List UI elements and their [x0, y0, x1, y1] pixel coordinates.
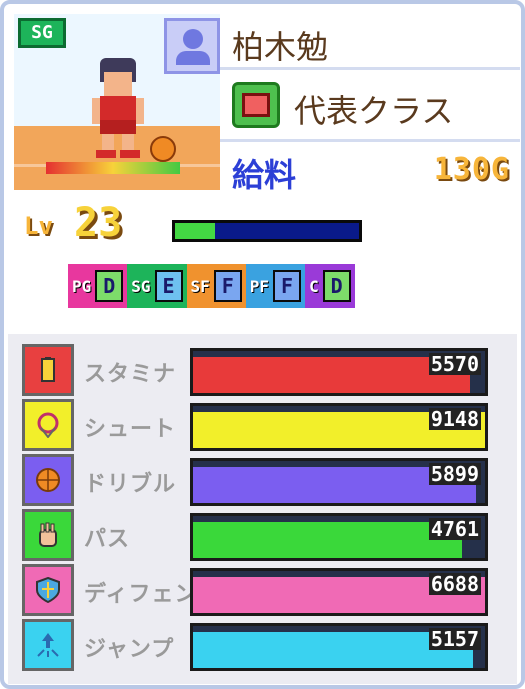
stat-row-battery: スタミナ 5570 — [22, 344, 492, 396]
player-class: 代表クラス — [294, 92, 454, 130]
class-row: 代表クラス — [220, 72, 520, 142]
hoop-icon — [22, 399, 74, 451]
grade-rank: D — [322, 270, 351, 302]
jump-icon — [22, 619, 74, 671]
stat-bar: 5157 — [190, 623, 488, 671]
player-sprite — [90, 58, 150, 158]
stat-bar: 5570 — [190, 348, 488, 396]
grade-pf: PF F — [245, 264, 306, 308]
grade-sf: SF F — [186, 264, 246, 308]
stat-name: ジャンプ — [84, 637, 175, 662]
position-grades: PG D SG E SF F PF F C D — [68, 264, 355, 308]
stats-panel: スタミナ 5570 シュート 9148 ドリブル 5899 パス 4761 ディフェンス 6688… — [8, 334, 517, 684]
level-label: Lv — [24, 212, 53, 240]
basketball-icon — [22, 454, 74, 506]
grade-sg: SG E — [127, 264, 187, 308]
stat-value: 6688 — [428, 572, 481, 596]
experience-bar — [172, 220, 362, 242]
player-status-card: SG 柏木勉 代表クラス 給料 130G Lv 23 PG D SG E SF F PF F C… — [0, 0, 525, 689]
stat-value: 4761 — [428, 517, 481, 541]
stat-name: シュート — [84, 417, 177, 442]
condition-bar — [46, 162, 180, 174]
stat-row-jump: ジャンプ 5157 — [22, 619, 492, 671]
stat-row-hand: パス 4761 — [22, 509, 492, 561]
grade-position-label: SG — [131, 276, 151, 296]
class-icon — [232, 82, 280, 128]
battery-icon — [22, 344, 74, 396]
grade-position-label: PG — [72, 276, 92, 296]
stat-name: スタミナ — [84, 362, 177, 387]
stat-row-hoop: シュート 9148 — [22, 399, 492, 451]
stat-bar: 9148 — [190, 403, 488, 451]
grade-position-label: C — [309, 276, 319, 296]
stat-value: 5570 — [428, 352, 481, 376]
stat-value: 5899 — [428, 462, 481, 486]
grade-pg: PG D — [68, 264, 128, 308]
name-row: 柏木勉 — [220, 14, 520, 70]
stat-name: ドリブル — [84, 472, 177, 497]
hand-icon — [22, 509, 74, 561]
level-value: 23 — [74, 200, 123, 246]
avatar-button[interactable] — [164, 18, 220, 74]
stat-bar-fill — [193, 522, 462, 558]
basketball-icon — [150, 136, 176, 162]
position-badge: SG — [18, 18, 66, 48]
stat-bar: 4761 — [190, 513, 488, 561]
grade-rank: E — [154, 270, 183, 302]
salary-label: 給料 — [232, 156, 297, 194]
shield-icon — [22, 564, 74, 616]
avatar-head-icon — [183, 29, 203, 49]
stat-row-shield: ディフェンス 6688 — [22, 564, 492, 616]
grade-position-label: SF — [190, 276, 210, 296]
player-name: 柏木勉 — [232, 28, 329, 66]
stat-bar: 6688 — [190, 568, 488, 616]
stat-row-basketball: ドリブル 5899 — [22, 454, 492, 506]
experience-fill — [175, 223, 215, 239]
grade-rank: F — [273, 270, 302, 302]
salary-value: 130G — [433, 152, 510, 187]
info-panel: 柏木勉 代表クラス 給料 130G — [220, 14, 520, 194]
stat-bar: 5899 — [190, 458, 488, 506]
salary-row: 給料 130G — [220, 144, 520, 194]
avatar-body-icon — [176, 51, 210, 65]
grade-rank: D — [95, 270, 124, 302]
grade-rank: F — [213, 270, 242, 302]
stat-value: 5157 — [428, 627, 481, 651]
stat-value: 9148 — [428, 407, 481, 431]
stat-name: パス — [84, 527, 131, 552]
player-portrait: SG — [14, 14, 220, 190]
grade-c: CD — [305, 264, 355, 308]
grade-position-label: PF — [249, 276, 270, 296]
